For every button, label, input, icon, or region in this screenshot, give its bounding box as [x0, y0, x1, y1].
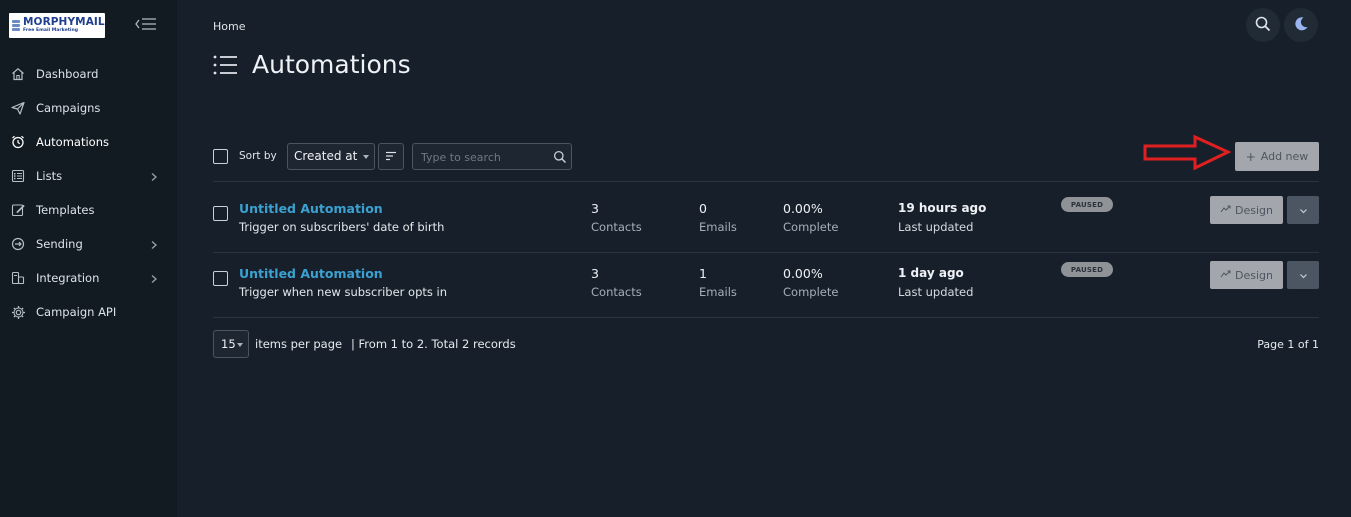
automation-name-link[interactable]: Untitled Automation — [239, 266, 383, 281]
sidebar-item-label: Integration — [36, 271, 100, 285]
search-icon[interactable] — [553, 150, 567, 164]
add-new-button[interactable]: + Add new — [1235, 142, 1319, 171]
design-label: Design — [1235, 203, 1273, 217]
per-page-value: 15 — [221, 337, 236, 351]
per-page-label: items per page — [255, 337, 343, 351]
list-bullets-icon — [213, 54, 237, 76]
home-icon — [10, 66, 26, 82]
sort-lines-icon — [385, 150, 397, 164]
search-button[interactable] — [1246, 8, 1280, 42]
sidebar-item-label: Automations — [36, 135, 109, 149]
contacts-label: Contacts — [591, 220, 642, 234]
sort-by-label: Sort by — [239, 150, 277, 162]
last-updated-label: Last updated — [898, 285, 974, 299]
chevron-right-icon — [150, 273, 158, 283]
automation-trigger: Trigger when new subscriber opts in — [239, 285, 448, 299]
table-row: Untitled Automation Trigger on subscribe… — [213, 188, 1319, 252]
search-box — [412, 143, 572, 170]
complete-percent: 0.00% — [783, 201, 823, 216]
sort-select[interactable]: Created at — [287, 143, 375, 170]
sidebar-item-dashboard[interactable]: Dashboard — [0, 57, 177, 91]
chevron-right-icon — [150, 171, 158, 181]
caret-down-icon — [237, 343, 243, 347]
alarm-clock-icon — [10, 134, 26, 150]
chevron-down-icon — [1299, 203, 1308, 217]
annotation-arrow-icon — [1143, 134, 1232, 172]
sidebar-item-campaigns[interactable]: Campaigns — [0, 91, 177, 125]
design-label: Design — [1235, 268, 1273, 282]
breadcrumb[interactable]: Home — [213, 20, 245, 33]
design-button[interactable]: Design — [1210, 261, 1283, 289]
complete-label: Complete — [783, 220, 839, 234]
sending-icon — [10, 236, 26, 252]
last-updated-label: Last updated — [898, 220, 974, 234]
brand-title: MORPHYMAIL — [23, 16, 105, 29]
last-updated-value: 19 hours ago — [898, 201, 987, 215]
list-icon — [10, 168, 26, 184]
sidebar-item-templates[interactable]: Templates — [0, 193, 177, 227]
chevron-down-icon — [1299, 268, 1308, 282]
last-updated-value: 1 day ago — [898, 266, 964, 280]
search-input[interactable] — [421, 149, 546, 165]
status-badge: PAUSED — [1061, 197, 1113, 212]
sort-select-value: Created at — [294, 149, 358, 163]
moon-icon — [1293, 16, 1309, 35]
edit-icon — [10, 202, 26, 218]
sidebar-item-integration[interactable]: Integration — [0, 261, 177, 295]
records-summary: | From 1 to 2. Total 2 records — [351, 337, 516, 351]
design-button[interactable]: Design — [1210, 196, 1283, 224]
contacts-count: 3 — [591, 201, 599, 216]
select-all-checkbox[interactable] — [213, 149, 228, 164]
page-indicator: Page 1 of 1 — [1257, 338, 1319, 351]
add-new-label: Add new — [1260, 150, 1309, 163]
sidebar-collapse-icon[interactable] — [135, 16, 157, 32]
row-actions-dropdown[interactable] — [1287, 261, 1319, 289]
row-actions-dropdown[interactable] — [1287, 196, 1319, 224]
row-checkbox[interactable] — [213, 206, 228, 221]
chevron-right-icon — [150, 239, 158, 249]
sidebar-item-label: Sending — [36, 237, 83, 251]
search-icon — [1255, 16, 1271, 35]
theme-toggle-button[interactable] — [1284, 8, 1318, 42]
page-title: Automations — [252, 50, 411, 79]
emails-count: 0 — [699, 201, 707, 216]
sidebar-item-campaign-api[interactable]: Campaign API — [0, 295, 177, 329]
sidebar-nav: Dashboard Campaigns Automations Lists Te… — [0, 57, 177, 329]
sidebar-item-label: Lists — [36, 169, 63, 183]
sidebar-item-label: Dashboard — [36, 67, 99, 81]
emails-label: Emails — [699, 285, 737, 299]
divider — [213, 181, 1319, 182]
logo-mark-icon — [12, 19, 20, 32]
emails-label: Emails — [699, 220, 737, 234]
contacts-count: 3 — [591, 266, 599, 281]
sort-direction-button[interactable] — [378, 143, 404, 170]
plus-icon: + — [1245, 149, 1256, 164]
per-page-select[interactable]: 15 — [213, 330, 249, 358]
caret-down-icon — [363, 155, 369, 159]
table-row: Untitled Automation Trigger when new sub… — [213, 253, 1319, 317]
sidebar-item-label: Campaign API — [36, 305, 117, 319]
sidebar-item-sending[interactable]: Sending — [0, 227, 177, 261]
contacts-label: Contacts — [591, 285, 642, 299]
paper-plane-icon — [10, 100, 26, 116]
automation-name-link[interactable]: Untitled Automation — [239, 201, 383, 216]
row-checkbox[interactable] — [213, 271, 228, 286]
brand-logo[interactable]: MORPHYMAIL Free Email Marketing — [9, 13, 105, 38]
complete-label: Complete — [783, 285, 839, 299]
gear-icon — [10, 304, 26, 320]
brand-subtitle: Free Email Marketing — [23, 27, 79, 33]
complete-percent: 0.00% — [783, 266, 823, 281]
sidebar-item-label: Campaigns — [36, 101, 101, 115]
integration-icon — [10, 270, 26, 286]
divider — [213, 317, 1319, 318]
design-icon — [1220, 270, 1231, 281]
emails-count: 1 — [699, 266, 707, 281]
sidebar-item-automations[interactable]: Automations — [0, 125, 177, 159]
design-icon — [1220, 205, 1231, 216]
status-badge: PAUSED — [1061, 262, 1113, 277]
sidebar-item-label: Templates — [36, 203, 95, 217]
automation-trigger: Trigger on subscribers' date of birth — [239, 220, 445, 234]
sidebar-item-lists[interactable]: Lists — [0, 159, 177, 193]
sidebar: MORPHYMAIL Free Email Marketing Dashboar… — [0, 0, 177, 517]
